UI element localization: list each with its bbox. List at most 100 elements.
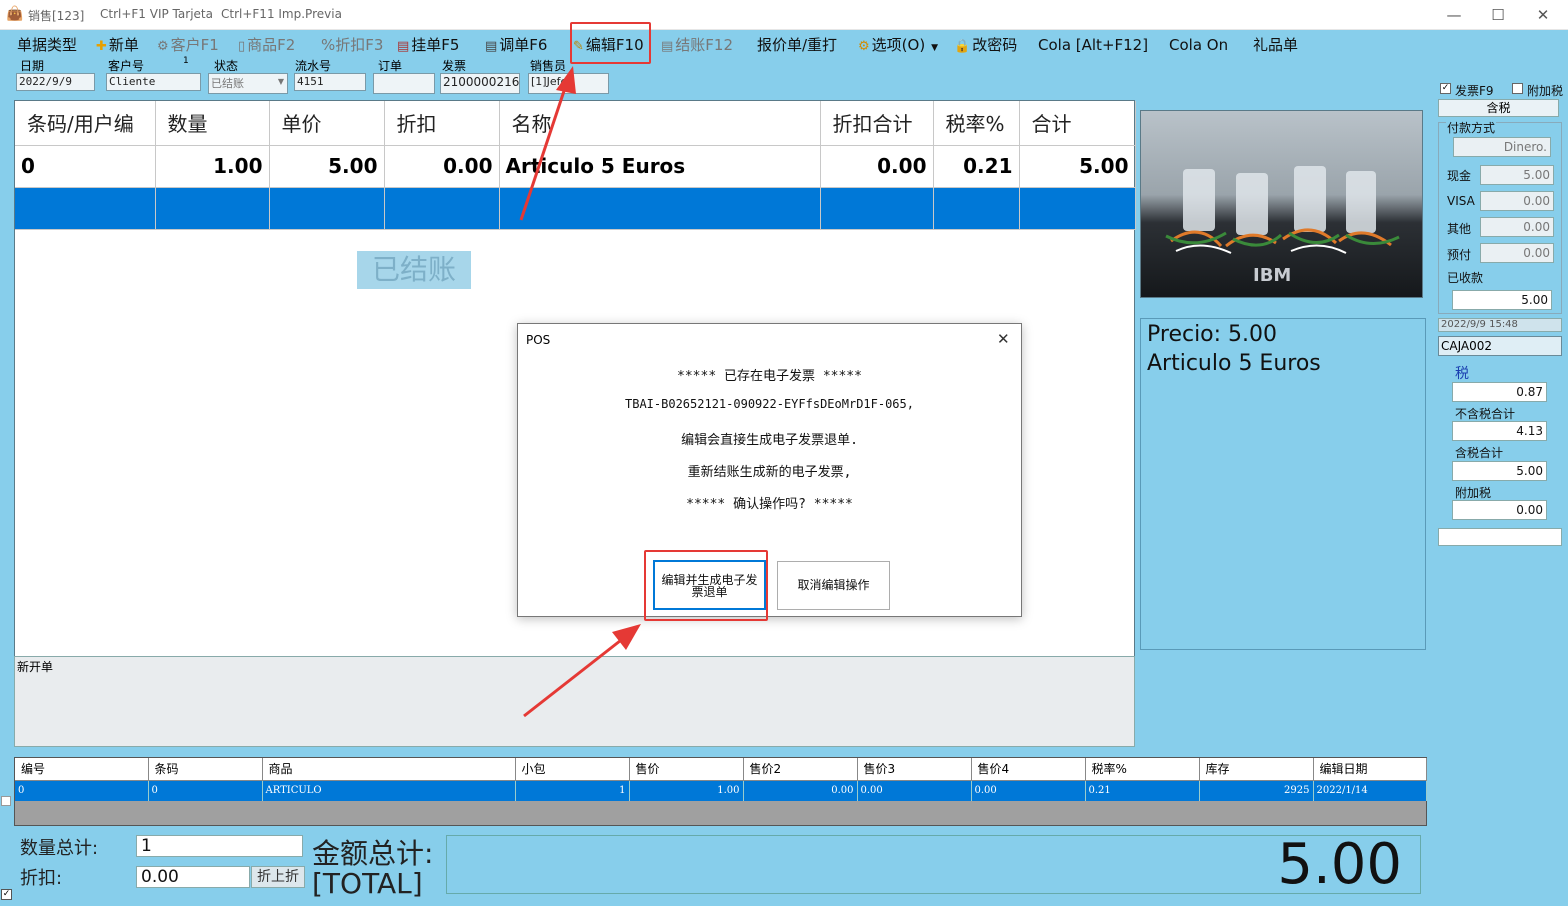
row-marker — [1, 796, 11, 806]
col-discount[interactable]: 折扣 — [384, 101, 500, 146]
menu-discount[interactable]: %折扣F3 — [321, 35, 383, 55]
visa-field[interactable]: 0.00 — [1480, 191, 1554, 211]
close-icon[interactable]: ✕ — [1528, 4, 1558, 26]
menu-password[interactable]: 🔒 改密码 — [954, 35, 1017, 55]
minimize-icon[interactable]: — — [1439, 4, 1469, 26]
menu-options[interactable]: ⚙ 选项(O) ▼ — [858, 35, 938, 55]
menu-quote[interactable]: 报价单/重打 — [757, 35, 837, 55]
customer-field[interactable]: Cliente — [106, 73, 201, 91]
pcell-stock[interactable]: 2925 — [1199, 780, 1314, 801]
table-row[interactable]: 0 0 ARTICULO 1 1.00 0.00 0.00 0.00 0.21 … — [15, 780, 1427, 801]
tax-included-button[interactable]: 含税 — [1438, 99, 1559, 117]
pcol-price2[interactable]: 售价2 — [743, 758, 858, 781]
empty-cell[interactable] — [15, 187, 156, 230]
pcell-pack[interactable]: 1 — [515, 780, 630, 801]
cell-name[interactable]: Articulo 5 Euros — [499, 145, 821, 188]
pcell-tax[interactable]: 0.21 — [1085, 780, 1200, 801]
payment-method-field[interactable]: Dinero. — [1453, 137, 1551, 157]
menu-checkout[interactable]: ▤ 结账F12 — [661, 35, 733, 55]
cell-tax[interactable]: 0.21 — [933, 145, 1020, 188]
cell-code[interactable]: 0 — [15, 145, 156, 188]
menu-product[interactable]: ▯ 商品F2 — [238, 35, 295, 55]
pcell-edit-date[interactable]: 2022/1/14 — [1313, 780, 1427, 801]
pcell-price[interactable]: 1.00 — [629, 780, 744, 801]
pcol-pack[interactable]: 小包 — [515, 758, 630, 781]
col-disc-total[interactable]: 折扣合计 — [820, 101, 934, 146]
cell-price[interactable]: 5.00 — [269, 145, 385, 188]
bottom-checkbox[interactable]: ✓ — [1, 889, 12, 900]
pcell-barcode[interactable]: 0 — [148, 780, 263, 801]
pcol-product[interactable]: 商品 — [262, 758, 516, 781]
net-field[interactable]: 4.13 — [1452, 421, 1547, 441]
terminal-field[interactable]: CAJA002 — [1438, 336, 1562, 356]
empty-cell[interactable] — [820, 187, 934, 230]
serial-field[interactable]: 4151 — [294, 73, 366, 91]
col-total[interactable]: 合计 — [1019, 101, 1136, 146]
menu-recall-label: 调单F6 — [499, 36, 548, 54]
received-field[interactable]: 5.00 — [1452, 290, 1552, 310]
empty-cell[interactable] — [384, 187, 500, 230]
invoice-checkbox[interactable]: ✓ — [1440, 83, 1451, 94]
table-row[interactable]: 0 1.00 5.00 0.00 Articulo 5 Euros 0.00 0… — [15, 145, 1136, 188]
pcol-id[interactable]: 编号 — [15, 758, 149, 781]
notes-area[interactable]: 新开单 — [14, 656, 1135, 747]
pcol-price3[interactable]: 售价3 — [857, 758, 972, 781]
pcell-product[interactable]: ARTICULO — [262, 780, 516, 801]
pcol-barcode[interactable]: 条码 — [148, 758, 263, 781]
date-field[interactable]: 2022/9/9 — [16, 73, 95, 91]
order-field[interactable] — [373, 73, 435, 94]
pcell-id[interactable]: 0 — [15, 780, 149, 801]
surcharge-field[interactable]: 0.00 — [1452, 500, 1547, 520]
extra-tax-checkbox[interactable] — [1512, 83, 1523, 94]
menu-doc-type[interactable]: 单据类型 — [17, 35, 77, 55]
cell-qty[interactable]: 1.00 — [155, 145, 270, 188]
tax-field[interactable]: 0.87 — [1452, 382, 1547, 402]
cash-field[interactable]: 5.00 — [1480, 165, 1554, 185]
pcol-price[interactable]: 售价 — [629, 758, 744, 781]
cancel-edit-button[interactable]: 取消编辑操作 — [777, 561, 890, 610]
discount-field[interactable]: 0.00 — [136, 866, 250, 888]
cell-discount[interactable]: 0.00 — [384, 145, 500, 188]
extra-field[interactable] — [1438, 528, 1562, 546]
menu-cola-on[interactable]: Cola On — [1169, 35, 1228, 55]
dialog-line-1: ***** 已存在电子发票 ***** — [677, 369, 862, 384]
pcol-edit-date[interactable]: 编辑日期 — [1313, 758, 1427, 781]
col-price[interactable]: 单价 — [269, 101, 385, 146]
gross-field[interactable]: 5.00 — [1452, 461, 1547, 481]
menu-recall[interactable]: ▤ 调单F6 — [485, 35, 547, 55]
col-qty[interactable]: 数量 — [155, 101, 270, 146]
pcol-price4[interactable]: 售价4 — [971, 758, 1086, 781]
extra-discount-button[interactable]: 折上折 — [251, 866, 305, 888]
other-field[interactable]: 0.00 — [1480, 217, 1554, 237]
status-select[interactable]: 已结账 ▼ — [208, 73, 288, 94]
pcol-tax[interactable]: 税率% — [1085, 758, 1200, 781]
empty-cell[interactable] — [499, 187, 821, 230]
pcell-price4[interactable]: 0.00 — [971, 780, 1086, 801]
menu-hold[interactable]: ▤ 挂单F5 — [397, 35, 459, 55]
invoice-field[interactable]: 2100000216 — [440, 73, 520, 94]
menu-cola-alt[interactable]: Cola [Alt+F12] — [1038, 35, 1148, 55]
cell-total[interactable]: 5.00 — [1019, 145, 1136, 188]
dialog-title: POS — [526, 333, 551, 347]
seller-field[interactable]: [1]Jefe — [528, 73, 609, 94]
col-barcode[interactable]: 条码/用户编 — [15, 101, 156, 146]
dialog-close-icon[interactable]: ✕ — [997, 330, 1010, 348]
pcol-stock[interactable]: 库存 — [1199, 758, 1314, 781]
menu-new[interactable]: ✚ 新单 — [96, 35, 139, 55]
table-row-selected[interactable] — [15, 187, 1136, 230]
prepay-field[interactable]: 0.00 — [1480, 243, 1554, 263]
product-table[interactable]: 编号 条码 商品 小包 售价 售价2 售价3 售价4 税率% 库存 编辑日期 0… — [14, 757, 1427, 826]
empty-cell[interactable] — [155, 187, 270, 230]
col-name[interactable]: 名称 — [499, 101, 821, 146]
empty-cell[interactable] — [1019, 187, 1136, 230]
col-tax[interactable]: 税率% — [933, 101, 1020, 146]
qty-total-field[interactable]: 1 — [136, 835, 303, 857]
menu-gift[interactable]: 礼品单 — [1253, 35, 1298, 55]
cell-disc-total[interactable]: 0.00 — [820, 145, 934, 188]
pcell-price2[interactable]: 0.00 — [743, 780, 858, 801]
pcell-price3[interactable]: 0.00 — [857, 780, 972, 801]
maximize-icon[interactable]: ☐ — [1483, 4, 1513, 26]
empty-cell[interactable] — [933, 187, 1020, 230]
empty-cell[interactable] — [269, 187, 385, 230]
menu-customer[interactable]: ⚙ 客户F1 — [157, 35, 219, 55]
